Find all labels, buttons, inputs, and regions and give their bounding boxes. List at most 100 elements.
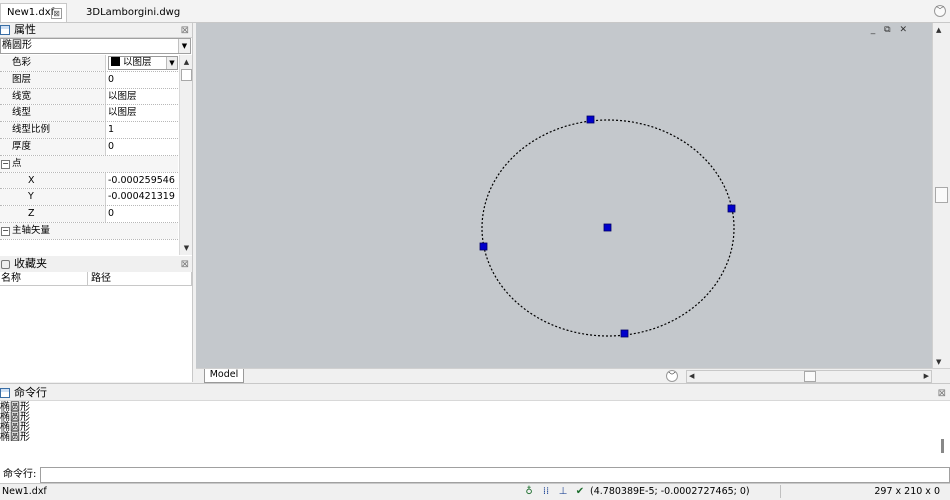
scroll-down-icon[interactable]: ▼ [936,358,941,366]
viewport-window-controls[interactable]: _ ⧉ ✕ [871,25,910,35]
ellipse-grip-right[interactable] [727,204,736,213]
chevron-down-icon[interactable]: ▼ [166,57,177,69]
chevron-down-icon[interactable]: ▼ [178,39,190,53]
property-row[interactable]: X -0.000259546 [0,172,178,190]
property-name: 线宽 [0,88,106,105]
ellipse-grip-left[interactable] [479,242,488,251]
viewport-vertical-scrollbar[interactable]: ▲ ▼ [932,23,950,368]
property-row[interactable]: − 点 [0,155,178,173]
color-select[interactable]: 以图层 ▼ [108,56,178,70]
property-row[interactable]: 线宽 以图层 [0,88,178,106]
property-category[interactable]: − 点 [0,155,178,172]
property-value[interactable]: -0.000259546 [106,173,178,189]
scroll-left-icon[interactable]: ◀ [689,371,694,382]
tab-model[interactable]: Model [204,369,244,383]
property-value[interactable]: 0 [106,139,178,155]
property-value[interactable]: 1 [106,122,178,138]
ellipse-grip-bottom[interactable] [620,329,629,338]
favorites-column-header: 名称 路径 [0,272,192,286]
property-name: X [0,172,106,189]
tab-label: 3DLamborgini.dwg [86,7,181,18]
scroll-thumb[interactable] [941,439,944,453]
ellipse-grip-top[interactable] [586,115,595,124]
property-value[interactable]: 以图层 [106,105,178,121]
property-value[interactable]: 0 [106,206,178,222]
history-line: 椭圆形 [0,432,30,443]
command-line-header: 命令行 ⊠ [0,384,950,401]
status-bar: New1.dxf ♁ ⁞⁞ ⊥ ✔ (4.780389E-5; -0.00027… [0,483,950,500]
favorites-panel: 收藏夹 ⊠ 名称 路径 [0,256,193,382]
property-row[interactable]: Y -0.000421319 [0,189,178,207]
property-name: 图层 [0,71,106,88]
command-input[interactable] [40,467,950,483]
property-name: 线型比例 [0,122,106,138]
property-value[interactable]: 以图层 [106,89,178,105]
column-path-header[interactable]: 路径 [88,272,192,285]
color-swatch [111,57,120,66]
command-window-icon [0,388,10,398]
drawing-canvas[interactable]: _ ⧉ ✕ [196,23,932,368]
property-row[interactable]: 色彩 以图层 ▼ [0,55,178,72]
property-row[interactable]: Z0 [0,206,178,223]
scroll-thumb[interactable] [181,69,192,81]
scroll-right-icon[interactable]: ▶ [924,371,929,382]
property-value[interactable]: 0 [106,72,178,88]
properties-panel: 属性 ⊠ 椭圆形 ▼ 色彩 以图层 ▼ 图层 0 线宽 以图层 线型 以图层 线型比例 1 厚度 0− 点… [0,23,193,256]
property-row[interactable]: − 主轴矢量 [0,222,178,240]
favorites-close-icon[interactable]: ⊠ [181,257,189,273]
ellipse-grip-center[interactable] [603,223,612,232]
command-history-scrollbar[interactable] [936,403,946,463]
properties-window-icon [0,25,10,35]
scroll-up-icon[interactable]: ▲ [181,56,192,68]
history-line: 椭圆形 [0,422,30,433]
property-value[interactable]: -0.000421319 [106,189,178,205]
scroll-up-icon[interactable]: ▲ [936,26,941,34]
snap-icon[interactable]: ♁ [522,485,536,498]
property-grid: 色彩 以图层 ▼ 图层 0 线宽 以图层 线型 以图层 线型比例 1 厚度 0− 点 X -0.0002595… [0,55,178,240]
tab-3dlamborgini-dwg[interactable]: 3DLamborgini.dwg [80,4,186,23]
scroll-down-icon[interactable]: ▼ [181,242,192,254]
entity-type-select[interactable]: 椭圆形 ▼ [0,38,191,54]
command-history: 椭圆形 椭圆形 椭圆形 椭圆形 [0,403,936,463]
status-file-name: New1.dxf [2,486,47,497]
property-category-label: 点 [12,157,22,169]
osnap-icon[interactable]: ✔ [573,485,587,498]
command-close-icon[interactable]: ⊠ [938,385,946,402]
tab-list-dropdown-icon[interactable]: ﹀ [934,5,946,17]
grid-icon[interactable]: ⁞⁞ [539,485,553,498]
property-category[interactable]: − 主轴矢量 [0,222,178,239]
property-row[interactable]: 图层 0 [0,71,178,89]
status-toggle-group: ♁ ⁞⁞ ⊥ ✔ [522,485,587,498]
viewport-horizontal-scrollbar[interactable]: ◀ ▶ [686,370,932,383]
collapse-icon[interactable]: − [1,226,10,236]
property-row[interactable]: 线型比例 1 [0,122,178,139]
column-name-header[interactable]: 名称 [0,272,88,285]
layout-list-dropdown-icon[interactable]: ﹀ [666,370,678,382]
ortho-icon[interactable]: ⊥ [556,485,570,498]
command-line-panel: 命令行 ⊠ 椭圆形 椭圆形 椭圆形 椭圆形 命令行: [0,383,950,483]
cursor-coordinates: (4.780389E-5; -0.0002727465; 0) [590,486,750,497]
tab-close-icon[interactable]: ⊠ [51,8,62,19]
history-line: 椭圆形 [0,412,30,423]
collapse-icon[interactable]: − [1,159,10,169]
status-divider [780,485,781,498]
property-value: 以图层 [123,57,152,68]
entity-type-value: 椭圆形 [2,40,32,51]
tab-label: New1.dxf [7,7,55,18]
properties-close-icon[interactable]: ⊠ [181,24,189,38]
favorites-icon [1,260,10,269]
favorites-panel-title: 收藏夹 [14,257,47,270]
property-row[interactable]: 厚度 0 [0,138,178,156]
viewport-bottom-strip: Model ﹀ ◀ ▶ [196,368,950,383]
tab-new1-dxf[interactable]: New1.dxf ⊠ [0,3,67,22]
properties-scrollbar[interactable]: ▲ ▼ [179,55,192,255]
properties-panel-title: 属性 [14,23,36,36]
property-name: 线型 [0,105,106,122]
favorites-panel-header: 收藏夹 ⊠ [0,256,192,272]
property-name: Y [0,189,106,206]
paper-size: 297 x 210 x 0 [874,486,940,497]
scroll-thumb[interactable] [804,371,816,382]
scroll-thumb[interactable] [935,187,948,203]
property-name: Z [0,206,106,222]
property-row[interactable]: 线型 以图层 [0,105,178,123]
